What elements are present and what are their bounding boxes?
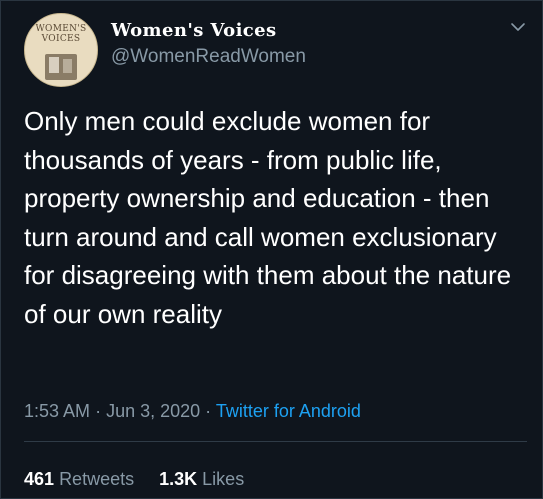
likes-label: Likes — [202, 469, 245, 489]
tweet-time[interactable]: 1:53 AM — [24, 401, 90, 421]
avatar[interactable]: WOMEN'S VOICES — [24, 13, 98, 87]
chevron-down-icon[interactable] — [510, 19, 526, 35]
meta-separator: · — [95, 401, 102, 421]
display-name[interactable]: Women's Voices — [111, 20, 277, 41]
retweets-label: Retweets — [59, 469, 135, 489]
likes-count: 1.3K — [159, 469, 198, 489]
divider — [24, 441, 527, 442]
tweet-card: WOMEN'S VOICES Women's Voices @WomenRead… — [0, 0, 543, 499]
tweet-stats: 461 Retweets 1.3K Likes — [24, 469, 264, 490]
tweet-meta: 1:53 AM · Jun 3, 2020 · Twitter for Andr… — [24, 401, 361, 422]
avatar-logo-text: WOMEN'S VOICES — [35, 24, 87, 44]
avatar-photo — [45, 54, 77, 80]
user-handle[interactable]: @WomenReadWomen — [111, 46, 306, 68]
retweets-stat[interactable]: 461 Retweets — [24, 469, 134, 489]
meta-separator: · — [205, 401, 212, 421]
retweets-count: 461 — [24, 469, 55, 489]
tweet-date[interactable]: Jun 3, 2020 — [106, 401, 200, 421]
tweet-source-link[interactable]: Twitter for Android — [216, 401, 361, 421]
tweet-text: Only men could exclude women for thousan… — [24, 106, 512, 329]
likes-stat[interactable]: 1.3K Likes — [159, 469, 244, 489]
